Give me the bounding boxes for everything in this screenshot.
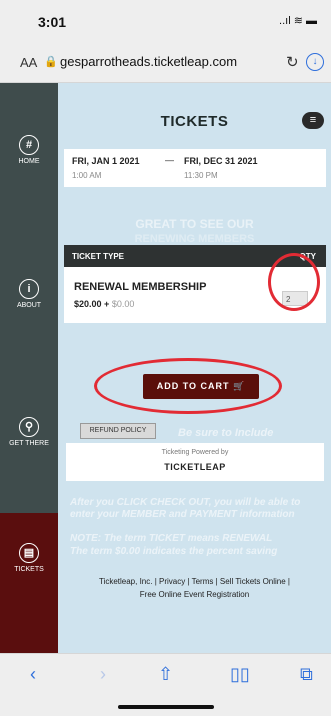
col-ticket-type: TICKET TYPE	[72, 252, 125, 261]
status-bar: 3:01 ..ıl ≋ ▬	[0, 0, 331, 44]
footer-registration-link[interactable]: Free Online Event Registration	[58, 588, 331, 601]
ticketleap-logo[interactable]: TICKETLEAP	[66, 462, 324, 472]
download-icon[interactable]: ↓	[306, 53, 324, 71]
overlay-note: NOTE: The term TICKET means RENEWAL	[70, 533, 273, 544]
end-time: 11:30 PM	[184, 171, 218, 180]
end-date: FRI, DEC 31 2021	[184, 156, 258, 166]
address-bar[interactable]: AA 🔒 gesparrotheads.ticketleap.com ↻ ↓	[0, 44, 331, 83]
sidebar: # HOME i ABOUT ⚲ GET THERE ▤ TICKETS	[0, 83, 58, 653]
info-icon: i	[19, 279, 39, 299]
home-indicator	[118, 705, 214, 709]
hamburger-icon[interactable]: ≡	[302, 112, 324, 129]
forward-icon[interactable]: ›	[100, 664, 106, 685]
price-plus: +	[104, 299, 110, 309]
event-dates: FRI, JAN 1 2021 — 1:00 AM FRI, DEC 31 20…	[64, 149, 326, 187]
browser-toolbar: ‹ › ⇧ ▯▯ ⧉	[0, 653, 331, 716]
reload-icon[interactable]: ↻	[286, 53, 299, 71]
refund-policy-link[interactable]: REFUND POLICY	[80, 423, 156, 439]
page-header: TICKETS ≡	[58, 83, 331, 147]
overlay-note: Be sure to Include	[178, 427, 274, 439]
sidebar-item-label: HOME	[18, 158, 40, 165]
sidebar-item-label: GET THERE	[9, 440, 49, 447]
powered-by-box: Ticketing Powered by TICKETLEAP	[66, 443, 324, 481]
back-icon[interactable]: ‹	[30, 664, 36, 685]
ticket-price: $20.00 + $0.00	[74, 299, 134, 309]
hash-icon: #	[19, 135, 39, 155]
sidebar-item-get-there[interactable]: ⚲ GET THERE	[0, 417, 58, 447]
annotation-circle-cart	[94, 358, 282, 414]
powered-label: Ticketing Powered by	[161, 449, 229, 456]
url-text[interactable]: gesparrotheads.ticketleap.com	[60, 54, 237, 69]
sidebar-item-about[interactable]: i ABOUT	[0, 279, 58, 309]
footer-links[interactable]: Ticketleap, Inc. | Privacy | Terms | Sel…	[58, 575, 331, 588]
overlay-text: RENEWING MEMBERS	[134, 233, 255, 245]
ticket-icon: ▤	[19, 543, 39, 563]
annotation-circle-qty	[268, 253, 320, 311]
sidebar-item-label: TICKETS	[14, 566, 44, 573]
lock-icon: 🔒	[44, 56, 58, 68]
overlay-note: The term $0.00 indicates the percent sav…	[70, 546, 278, 557]
overlay-text: GREAT TO SEE OUR	[135, 217, 254, 231]
start-date: FRI, JAN 1 2021	[72, 156, 140, 166]
text-size-button[interactable]: AA	[20, 55, 37, 70]
sidebar-item-label: ABOUT	[16, 302, 42, 309]
location-pin-icon: ⚲	[19, 417, 39, 437]
signal-icons: ..ıl ≋ ▬	[279, 15, 317, 27]
sidebar-item-tickets[interactable]: ▤ TICKETS	[0, 513, 58, 653]
bookmarks-icon[interactable]: ▯▯	[230, 664, 250, 685]
main-content: TICKETS ≡ FRI, JAN 1 2021 — 1:00 AM FRI,…	[58, 83, 331, 653]
start-time: 1:00 AM	[72, 171, 102, 180]
clock: 3:01	[38, 14, 67, 30]
footer: Ticketleap, Inc. | Privacy | Terms | Sel…	[58, 575, 331, 601]
overlay-note: After you CLICK CHECK OUT, you will be a…	[70, 497, 301, 520]
ticket-name: RENEWAL MEMBERSHIP	[74, 281, 207, 293]
tabs-icon[interactable]: ⧉	[300, 664, 313, 685]
fee-value: $0.00	[111, 299, 135, 309]
price-value: $20.00	[74, 299, 102, 309]
page-title: TICKETS	[160, 113, 229, 130]
sidebar-item-home[interactable]: # HOME	[0, 135, 58, 165]
share-icon[interactable]: ⇧	[158, 664, 173, 685]
date-separator: —	[165, 155, 174, 165]
